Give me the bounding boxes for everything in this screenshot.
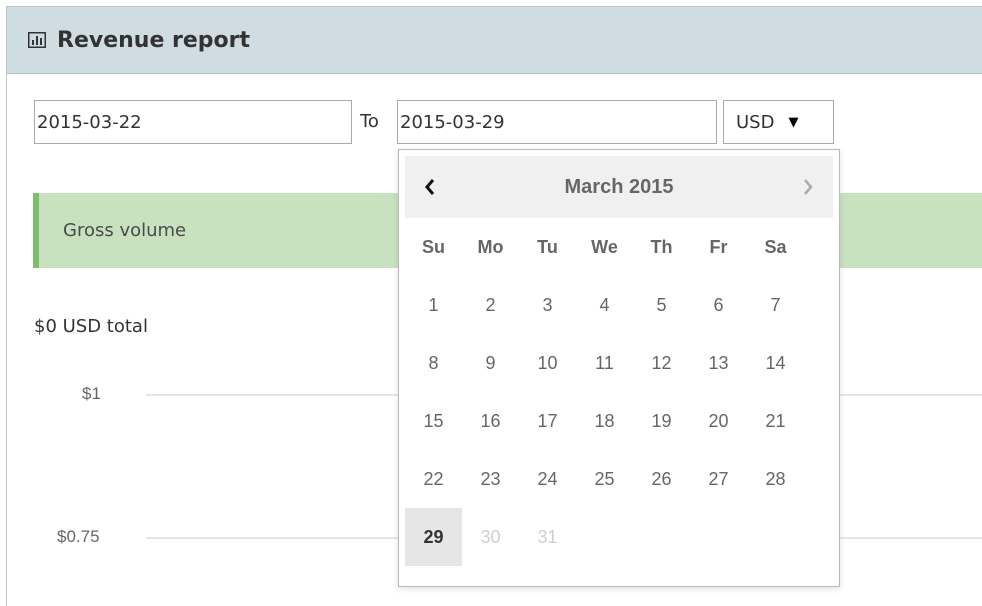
datepicker-popup: March 2015 Su Mo Tu We Th Fr Sa 1 2 3 4 5 6 7 8 9 10 11 12… (398, 149, 840, 587)
panel-header: Revenue report (7, 7, 982, 74)
datepicker-grid: Su Mo Tu We Th Fr Sa 1 2 3 4 5 6 7 8 9 10 11 12 13 14 15 16 17 1… (405, 218, 804, 566)
calendar-day[interactable]: 19 (633, 392, 690, 450)
next-month-button[interactable] (793, 156, 823, 218)
datepicker-month-title[interactable]: March 2015 (465, 156, 773, 218)
calendar-day[interactable]: 27 (690, 450, 747, 508)
caret-down-icon: ▼ (788, 114, 799, 130)
calendar-day[interactable]: 14 (747, 334, 804, 392)
weekday-header: Th (650, 236, 673, 257)
calendar-day[interactable]: 26 (633, 450, 690, 508)
calendar-day[interactable]: 17 (519, 392, 576, 450)
chevron-right-icon (804, 179, 813, 195)
calendar-day[interactable]: 12 (633, 334, 690, 392)
calendar-day[interactable]: 2 (462, 276, 519, 334)
calendar-day[interactable]: 15 (405, 392, 462, 450)
calendar-day[interactable]: 13 (690, 334, 747, 392)
calendar-day[interactable]: 9 (462, 334, 519, 392)
calendar-day[interactable]: 23 (462, 450, 519, 508)
currency-select[interactable]: USD ▼ (723, 100, 834, 144)
calendar-day: 31 (537, 526, 558, 547)
to-date-input[interactable] (397, 100, 717, 144)
calendar-day[interactable]: 5 (633, 276, 690, 334)
calendar-day[interactable]: 10 (519, 334, 576, 392)
calendar-day[interactable]: 16 (462, 392, 519, 450)
page-title: Revenue report (57, 27, 251, 53)
calendar-day[interactable]: 20 (690, 392, 747, 450)
calendar-day[interactable]: 21 (747, 392, 804, 450)
calendar-day[interactable]: 6 (690, 276, 747, 334)
calendar-day: 30 (480, 526, 501, 547)
calendar-day[interactable]: 11 (576, 334, 633, 392)
to-label: To (360, 111, 379, 132)
chevron-left-icon (425, 179, 435, 195)
y-axis-tick-label: $0.75 (57, 527, 100, 546)
calendar-day[interactable]: 7 (747, 276, 804, 334)
gross-total: $0 USD total (34, 316, 148, 337)
bar-chart-icon (27, 30, 47, 50)
weekday-header: Su (421, 236, 445, 257)
calendar-day-selected[interactable]: 29 (405, 508, 462, 566)
calendar-day[interactable]: 24 (519, 450, 576, 508)
calendar-day[interactable]: 1 (405, 276, 462, 334)
prev-month-button[interactable] (415, 156, 445, 218)
weekday-header: Fr (709, 236, 728, 257)
calendar-day[interactable]: 25 (576, 450, 633, 508)
y-axis-tick-label: $1 (82, 384, 101, 403)
weekday-header: Sa (764, 236, 787, 257)
gross-volume-label: Gross volume (63, 220, 187, 241)
calendar-day[interactable]: 8 (405, 334, 462, 392)
weekday-header: Mo (477, 236, 504, 257)
calendar-day[interactable]: 28 (747, 450, 804, 508)
weekday-header: We (591, 236, 618, 257)
calendar-day[interactable]: 22 (405, 450, 462, 508)
weekday-header: Tu (537, 236, 558, 257)
calendar-day[interactable]: 4 (576, 276, 633, 334)
from-date-input[interactable] (34, 100, 352, 144)
calendar-day[interactable]: 3 (519, 276, 576, 334)
calendar-day[interactable]: 18 (576, 392, 633, 450)
currency-value: USD (736, 111, 775, 133)
datepicker-header: March 2015 (405, 156, 833, 218)
